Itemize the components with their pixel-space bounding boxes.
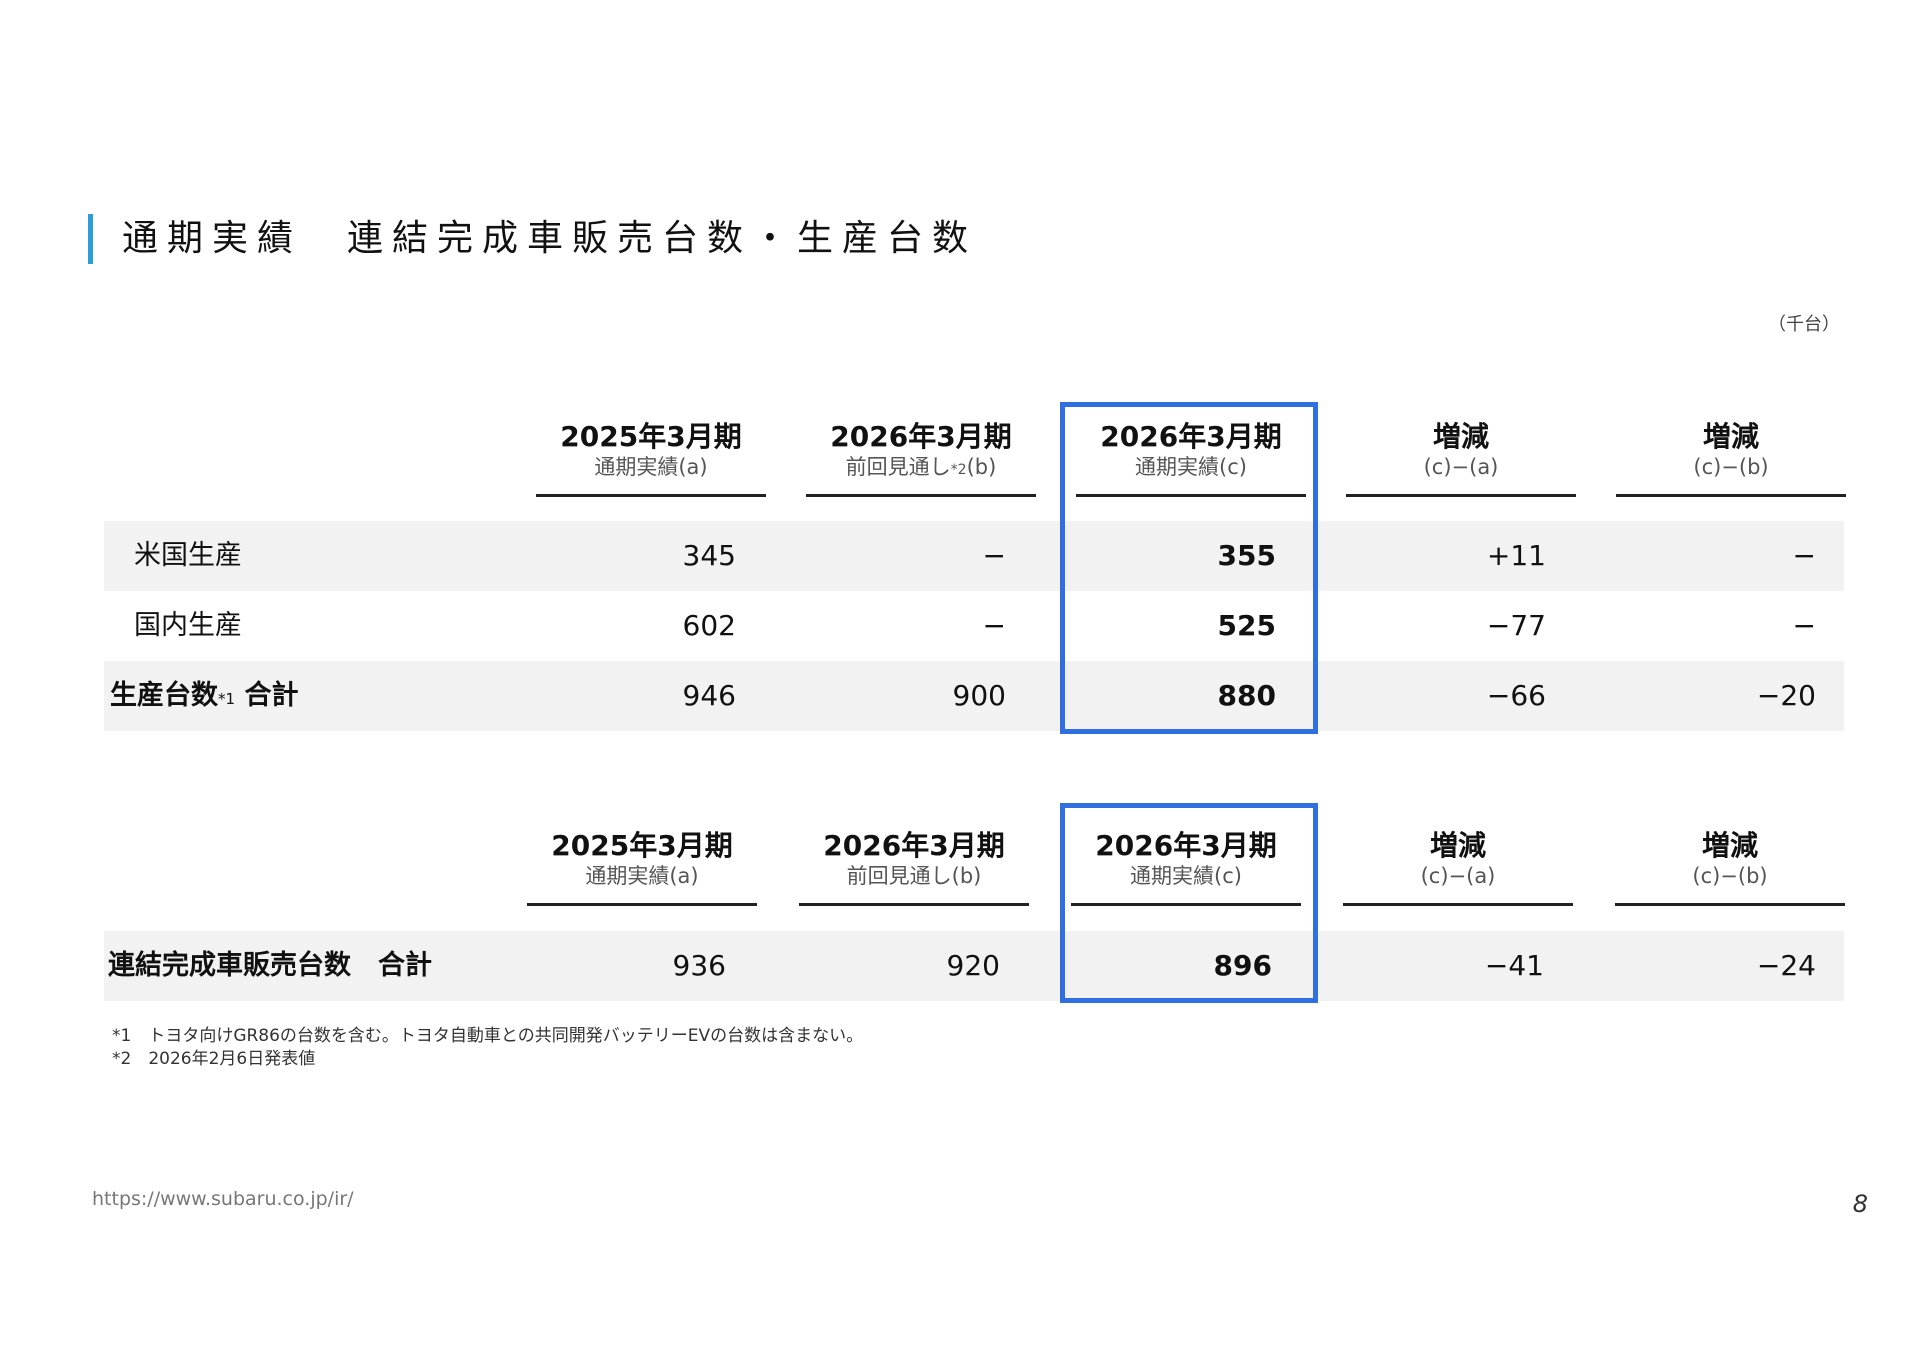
t1-header-col2-rule: [806, 494, 1036, 497]
t1-header-col2: 2026年3月期 前回見通し*2(b): [806, 420, 1036, 497]
t2-header-col2-title: 2026年3月期: [823, 829, 1005, 862]
t2-header-col1-rule: [527, 903, 757, 906]
cell: −: [982, 609, 1006, 642]
t1-header-col1-rule: [536, 494, 766, 497]
cell: −: [1792, 609, 1816, 642]
t1-header-col5-title: 増減: [1702, 420, 1759, 453]
t2-header-col2: 2026年3月期 前回見通し(b): [799, 829, 1029, 906]
cell: +11: [1486, 539, 1546, 572]
t2-header-col1-sub: 通期実績(a): [585, 864, 699, 888]
row-label: 米国生産: [134, 540, 242, 571]
t2-header-col4: 増減 (c)−(a): [1343, 829, 1573, 906]
cell: −77: [1486, 609, 1546, 642]
footnote-2: *2 2026年2月6日発表値: [112, 1049, 316, 1069]
cell: −20: [1756, 679, 1816, 712]
t2-header-col2-sub: 前回見通し(b): [846, 864, 982, 888]
cell: −66: [1486, 679, 1546, 712]
t2-header-col1: 2025年3月期 通期実績(a): [527, 829, 757, 906]
t2-header-col4-title: 増減: [1429, 829, 1486, 862]
t1-header-col1-sub: 通期実績(a): [594, 455, 708, 479]
t1-header-col1: 2025年3月期 通期実績(a): [536, 420, 766, 497]
row-label: 国内生産: [134, 610, 242, 641]
t2-header-col2-rule: [799, 903, 1029, 906]
cell: 920: [946, 949, 1000, 982]
t1-header-col5: 増減 (c)−(b): [1616, 420, 1846, 497]
t2-header-col5: 増減 (c)−(b): [1615, 829, 1845, 906]
title-accent-bar: [88, 214, 93, 264]
cell: −: [982, 539, 1006, 572]
t2-header-col4-rule: [1343, 903, 1573, 906]
t1-header-col4-rule: [1346, 494, 1576, 497]
page-title: 通期実績 連結完成車販売台数・生産台数: [122, 218, 978, 259]
t1-row-production-total: 生産台数*1 合計 946 900 880 −66 −20: [104, 661, 1844, 731]
cell: 900: [952, 679, 1006, 712]
cell: −24: [1756, 949, 1816, 982]
t1-header-col4-title: 増減: [1432, 420, 1489, 453]
cell: 602: [682, 609, 736, 642]
t1-row-us-production: 米国生産 345 − 355 +11 −: [104, 521, 1844, 591]
t2-highlight-box: [1060, 803, 1318, 1003]
page-number: 8: [1852, 1190, 1868, 1218]
t1-header-col4: 増減 (c)−(a): [1346, 420, 1576, 497]
t1-header-col5-sub: (c)−(b): [1693, 455, 1769, 479]
footnote-ref-2: *2: [950, 462, 967, 478]
t2-header-col1-title: 2025年3月期: [551, 829, 733, 862]
cell: −: [1792, 539, 1816, 572]
footnote-ref-1: *1: [218, 690, 236, 708]
t2-header-col4-sub: (c)−(a): [1420, 864, 1496, 888]
t1-header-col5-rule: [1616, 494, 1846, 497]
row-label: 生産台数*1 合計: [110, 680, 299, 711]
footnote-1: *1 トヨタ向けGR86の台数を含む。トヨタ自動車との共同開発バッテリーEVの台…: [112, 1026, 864, 1046]
t2-header-col5-title: 増減: [1701, 829, 1758, 862]
t1-header-col2-title: 2026年3月期: [830, 420, 1012, 453]
t2-header-col5-sub: (c)−(b): [1692, 864, 1768, 888]
t2-row-sales-total: 連結完成車販売台数 合計 936 920 896 −41 −24: [104, 931, 1844, 1001]
t1-header-col2-sub: 前回見通し*2(b): [845, 455, 997, 479]
cell: 936: [672, 949, 726, 982]
cell: 946: [682, 679, 736, 712]
t1-highlight-box: [1060, 402, 1318, 734]
t1-row-domestic-production: 国内生産 602 − 525 −77 −: [104, 591, 1844, 661]
t1-header-col1-title: 2025年3月期: [560, 420, 742, 453]
footer-url-link[interactable]: https://www.subaru.co.jp/ir/: [92, 1188, 354, 1210]
cell: 345: [682, 539, 736, 572]
cell: −41: [1484, 949, 1544, 982]
t2-header-col5-rule: [1615, 903, 1845, 906]
unit-label: （千台）: [1768, 314, 1840, 335]
row-label: 連結完成車販売台数 合計: [108, 950, 432, 981]
t1-header-col4-sub: (c)−(a): [1423, 455, 1499, 479]
